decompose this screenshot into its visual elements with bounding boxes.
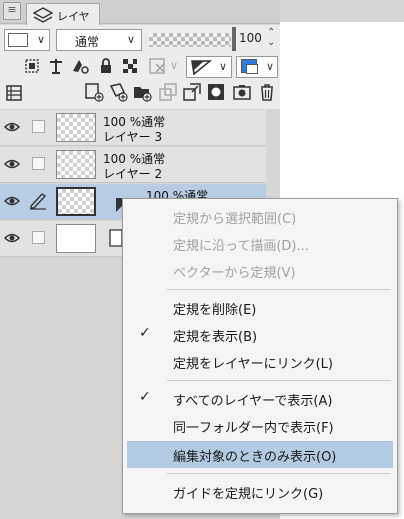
opacity-value[interactable]: 100 [239, 31, 262, 45]
menu-item-show-in-same-folder[interactable]: 同一フォルダー内で表示(F) [127, 412, 393, 439]
menu-item-show-ruler[interactable]: ✓ 定規を表示(B) [127, 321, 393, 348]
opacity-slider-handle[interactable] [232, 27, 236, 51]
menu-item-label: 同一フォルダー内で表示(F) [173, 421, 334, 436]
menu-separator [167, 380, 391, 381]
layer-color-swatch [8, 33, 28, 47]
transfer-to-lower-layer-icon [159, 83, 177, 101]
create-layer-mask-icon[interactable] [206, 82, 226, 102]
menu-item-label: 定規に沿って描画(D)... [173, 239, 309, 254]
new-folder-icon[interactable] [132, 82, 152, 102]
color-swatch-secondary [246, 64, 258, 74]
layer-row[interactable]: 100 %通常 レイヤー 3 [0, 110, 266, 146]
opacity-slider[interactable] [149, 33, 231, 47]
menu-item-label: 定規をレイヤーにリンク(L) [173, 357, 333, 372]
apply-mask-icon[interactable] [232, 82, 252, 102]
lock-icon[interactable] [96, 56, 116, 76]
menu-item-label: すべてのレイヤーで表示(A) [173, 394, 333, 409]
menu-item-delete-ruler[interactable]: 定規を削除(E) [127, 294, 393, 321]
opacity-stepper[interactable]: ⌃ ⌄ [267, 28, 275, 48]
eye-icon[interactable] [4, 157, 20, 171]
menu-item-show-in-all-layers[interactable]: ✓ すべてのレイヤーで表示(A) [127, 385, 393, 412]
chevron-down-icon: ∨ [170, 59, 179, 72]
clipping-icon[interactable] [22, 56, 42, 76]
menu-item-show-only-when-editing[interactable]: 編集対象のときのみ表示(O) [127, 441, 393, 468]
menu-item-label: 定規から選択範囲(C) [173, 212, 297, 227]
blend-mode-value: 通常 [75, 35, 100, 49]
chevron-down-icon: ∨ [126, 33, 135, 46]
eye-icon[interactable] [4, 194, 20, 208]
chevron-down-icon: ∨ [218, 60, 227, 73]
lock-transparent-pixels-icon[interactable] [120, 56, 140, 76]
menu-separator [167, 289, 391, 290]
trash-icon[interactable] [257, 82, 277, 102]
layers-icon [33, 7, 53, 23]
tab-layer[interactable]: レイヤー [26, 3, 100, 39]
layer-name: レイヤー 2 [103, 167, 163, 181]
layer-lock-checkbox[interactable] [32, 157, 45, 170]
blend-mode-select[interactable]: 通常 ∨ [56, 29, 142, 51]
mask-disabled-icon [149, 58, 165, 74]
layer-toolbar: ∨ 通常 ∨ 100 ⌃ ⌄ ∨ ∨ ∨ [0, 25, 280, 109]
layer-thumbnail [56, 113, 96, 142]
layer-name: レイヤー 3 [103, 130, 163, 144]
chevron-down-icon: ∨ [36, 33, 45, 46]
new-raster-layer-icon[interactable] [84, 82, 104, 102]
eye-icon[interactable] [4, 120, 20, 134]
panel-menu-icon[interactable]: ≡ [3, 2, 21, 20]
new-vector-layer-icon[interactable] [108, 82, 128, 102]
menu-item-label: 定規を削除(E) [173, 303, 257, 318]
layer-thumbnail [56, 150, 96, 179]
menu-item-label: ベクターから定規(V) [173, 266, 296, 281]
layer-lock-checkbox[interactable] [32, 231, 45, 244]
layer-color-dropdown[interactable]: ∨ [4, 29, 50, 51]
menu-item-selection-from-ruler[interactable]: 定規から選択範囲(C) [127, 203, 393, 230]
menu-item-label: 編集対象のときのみ表示(O) [173, 450, 337, 465]
reference-layer-icon[interactable] [46, 56, 66, 76]
menu-item-link-guide-to-ruler[interactable]: ガイドを定規にリンク(G) [127, 478, 393, 505]
checkmark-icon: ✓ [139, 389, 151, 405]
draft-layer-icon[interactable] [70, 56, 90, 76]
combine-to-lower-layer-icon[interactable] [182, 82, 202, 102]
menu-item-label: ガイドを定規にリンク(G) [173, 487, 324, 502]
ruler-context-menu: 定規から選択範囲(C) 定規に沿って描画(D)... ベクターから定規(V) 定… [122, 198, 398, 514]
layer-color-select[interactable]: ∨ [236, 56, 278, 78]
menu-item-ruler-from-vector[interactable]: ベクターから定規(V) [127, 257, 393, 284]
layer-thumbnail [56, 224, 96, 253]
layer-lock-checkbox[interactable] [32, 120, 45, 133]
menu-item-draw-along-ruler[interactable]: 定規に沿って描画(D)... [127, 230, 393, 257]
menu-separator [167, 473, 391, 474]
layer-property-icon[interactable] [4, 83, 24, 103]
ruler-display-dropdown[interactable]: ∨ [186, 56, 232, 78]
layer-row[interactable]: 100 %通常 レイヤー 2 [0, 147, 266, 183]
pen-edit-icon [30, 193, 47, 210]
menu-item-label: 定規を表示(B) [173, 330, 258, 345]
menu-item-link-ruler-to-layer[interactable]: 定規をレイヤーにリンク(L) [127, 348, 393, 375]
ruler-icon [191, 60, 212, 76]
canvas-top-strip [280, 0, 404, 22]
checkmark-icon: ✓ [139, 325, 151, 341]
eye-icon[interactable] [4, 231, 20, 245]
chevron-down-icon: ∨ [265, 60, 274, 73]
layer-thumbnail [56, 187, 96, 216]
tab-strip: ≡ レイヤー [0, 0, 280, 39]
